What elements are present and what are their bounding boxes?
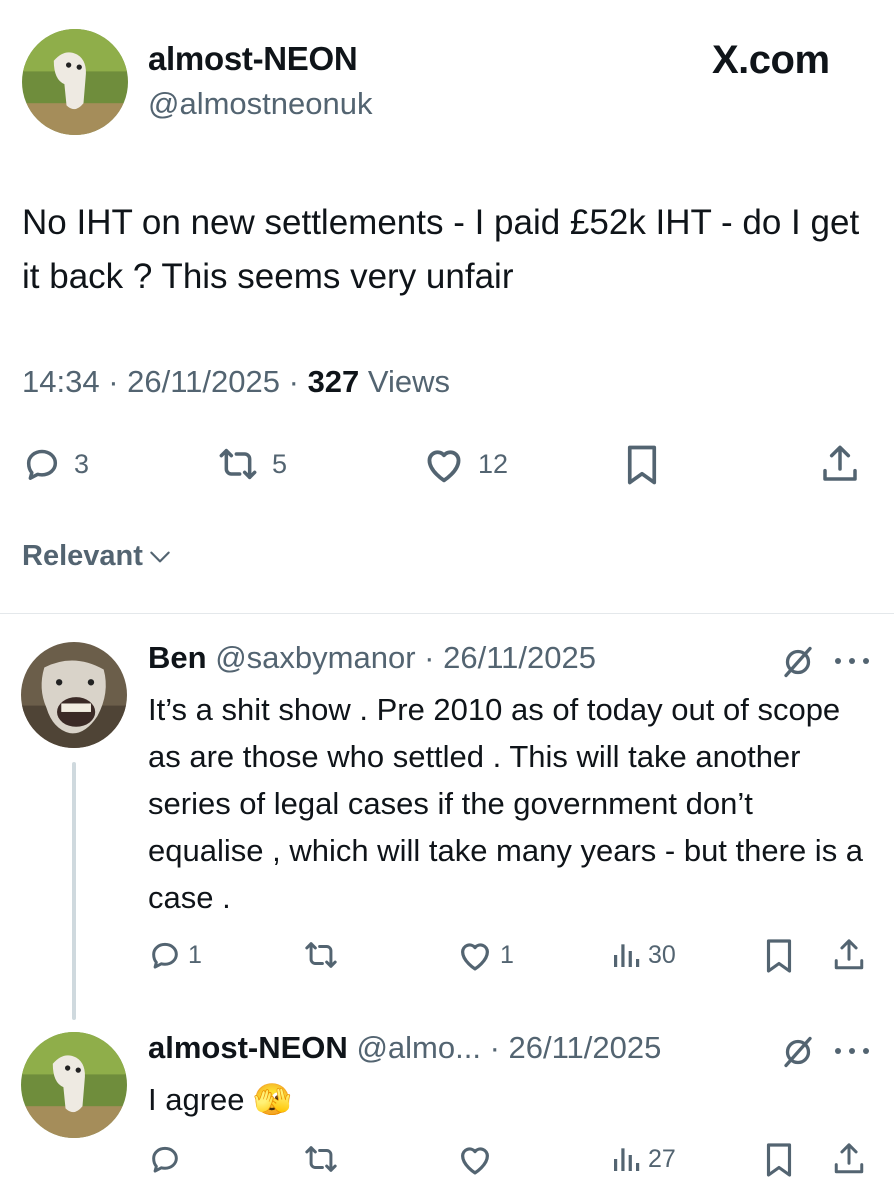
grok-icon[interactable] <box>780 644 816 680</box>
heart-icon <box>427 450 461 483</box>
tweet-text: No IHT on new settlements - I paid £52k … <box>22 203 860 296</box>
bookmark-icon <box>627 445 657 485</box>
reply-count: 3 <box>74 448 90 479</box>
reply-views-count: 27 <box>648 1144 676 1173</box>
views-icon <box>614 1148 640 1171</box>
reply-author-handle[interactable]: @almo... <box>356 1030 481 1065</box>
more-icon[interactable] <box>832 656 872 666</box>
reply-sort-dropdown[interactable]: Relevant <box>22 540 173 573</box>
reply-author-name[interactable]: Ben <box>148 640 207 675</box>
views-label: Views <box>367 364 451 399</box>
reply-date[interactable]: 26/11/2025 <box>443 640 596 675</box>
reply-icon <box>152 942 178 969</box>
reply-reply-button[interactable] <box>148 1142 188 1176</box>
author-avatar[interactable] <box>22 29 128 135</box>
heart-icon <box>461 943 489 971</box>
thread-line <box>72 762 76 1020</box>
reply-like-button[interactable]: 1 <box>456 938 514 972</box>
reply-icon <box>26 449 58 480</box>
reply-like-button[interactable] <box>456 1142 500 1176</box>
reply-button[interactable]: 3 <box>22 444 89 484</box>
reply-date[interactable]: 26/11/2025 <box>509 1030 662 1065</box>
reply-sort-label: Relevant <box>22 540 143 572</box>
views-icon <box>614 944 640 967</box>
reply-reply-count: 1 <box>188 940 202 969</box>
bookmark-icon[interactable] <box>764 938 794 974</box>
reply-views-button[interactable]: 27 <box>610 1142 676 1176</box>
reply-views-button[interactable]: 30 <box>610 938 676 972</box>
views-count: 327 <box>307 364 360 399</box>
heart-icon <box>461 1147 489 1175</box>
reply-author-handle[interactable]: @saxbymanor <box>215 640 415 675</box>
chevron-down-icon <box>150 551 170 562</box>
share-icon[interactable] <box>832 936 866 974</box>
reply-header: Ben @saxbymanor · 26/11/2025 <box>148 640 596 675</box>
repost-icon <box>305 942 337 968</box>
reply-author-name[interactable]: almost-NEON <box>148 1030 348 1065</box>
reply-repost-button[interactable] <box>302 938 346 972</box>
bookmark-button[interactable] <box>624 444 660 486</box>
repost-count: 5 <box>272 448 288 479</box>
author-handle[interactable]: @almostneonuk <box>148 86 372 122</box>
reply-text: It’s a shit show . Pre 2010 as of today … <box>148 692 864 915</box>
author-name[interactable]: almost-NEON <box>148 40 358 78</box>
reply-avatar-ben[interactable] <box>21 642 127 748</box>
tweet-date[interactable]: 26/11/2025 <box>127 364 280 399</box>
reply-icon <box>152 1146 178 1173</box>
share-icon <box>823 445 857 481</box>
share-icon[interactable] <box>832 1140 866 1178</box>
bookmark-icon[interactable] <box>764 1142 794 1178</box>
repost-icon <box>305 1146 337 1172</box>
tweet-time[interactable]: 14:34 <box>22 364 100 399</box>
more-icon[interactable] <box>832 1046 872 1056</box>
tweet-meta: 14:34 · 26/11/2025 · 327 Views <box>22 364 451 399</box>
repost-icon <box>219 448 257 480</box>
reply-repost-button[interactable] <box>302 1142 346 1176</box>
like-button[interactable]: 12 <box>422 444 508 484</box>
reply-header: almost-NEON @almo... · 26/11/2025 <box>148 1030 662 1065</box>
reply-like-count: 1 <box>500 940 514 969</box>
reply-avatar-author[interactable] <box>21 1032 127 1138</box>
like-count: 12 <box>478 448 509 479</box>
site-watermark: X.com <box>712 38 830 82</box>
repost-button[interactable]: 5 <box>216 444 287 484</box>
grok-icon[interactable] <box>780 1034 816 1070</box>
reply-text: I agree 🫣 <box>148 1082 292 1117</box>
reply-reply-button[interactable]: 1 <box>148 938 202 972</box>
reply-views-count: 30 <box>648 940 676 969</box>
divider <box>0 613 894 614</box>
share-button[interactable] <box>820 442 860 486</box>
